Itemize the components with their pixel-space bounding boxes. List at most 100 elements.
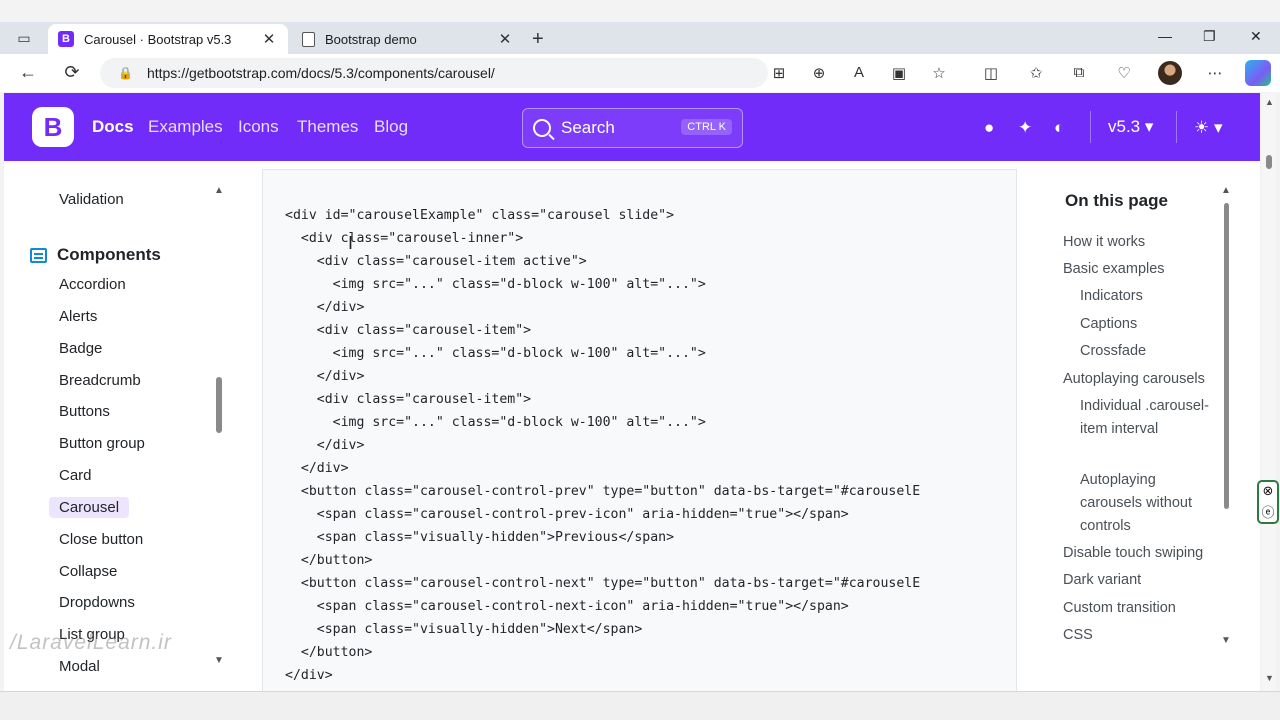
code-block[interactable]: <div id="carouselExample" class="carouse… xyxy=(262,169,1017,699)
components-icon xyxy=(30,247,47,263)
header-divider xyxy=(1176,111,1177,143)
theme-toggle[interactable]: ☀ ▾ xyxy=(1194,118,1223,138)
favorite-star-icon[interactable]: ☆ xyxy=(928,64,950,82)
nav-themes[interactable]: Themes xyxy=(297,117,358,137)
tab-close-icon[interactable]: ✕ xyxy=(496,30,514,48)
edge-icon[interactable]: ⓔ xyxy=(1261,502,1274,521)
back-icon[interactable]: ← xyxy=(16,62,40,83)
scroll-down-icon[interactable]: ▼ xyxy=(1265,673,1274,683)
nav-icons[interactable]: Icons xyxy=(238,117,279,137)
toc-link[interactable]: Autoplaying carousels without controls xyxy=(1080,469,1220,538)
nav-docs[interactable]: Docs xyxy=(92,117,134,137)
sidebar-item-collapse[interactable]: Collapse xyxy=(59,563,117,580)
table-of-contents: On this page ▲ How it works Basic exampl… xyxy=(1017,161,1260,691)
url-text: https://getbootstrap.com/docs/5.3/compon… xyxy=(146,65,495,81)
scroll-up-icon[interactable]: ▲ xyxy=(1221,185,1231,196)
version-label: v5.3 xyxy=(1108,117,1141,136)
version-dropdown[interactable]: v5.3 ▾ xyxy=(1108,117,1153,137)
sidebar-item-card[interactable]: Card xyxy=(59,467,92,484)
code-line: </div> xyxy=(285,461,349,476)
tab-strip: ▭ B Carousel · Bootstrap v5.3 ✕ Bootstra… xyxy=(0,22,1280,54)
nav-examples[interactable]: Examples xyxy=(148,117,223,137)
favorites-icon[interactable]: ✩ xyxy=(1025,64,1047,82)
code-line: <span class="carousel-control-next-icon"… xyxy=(285,599,849,614)
read-aloud-icon[interactable]: A xyxy=(848,64,870,81)
toc-link[interactable]: Individual .carousel-item interval xyxy=(1080,395,1220,441)
tab-carousel[interactable]: B Carousel · Bootstrap v5.3 ✕ xyxy=(48,24,288,54)
code-line: </div> xyxy=(285,438,365,453)
github-icon[interactable]: ● xyxy=(984,118,994,138)
scroll-up-icon[interactable]: ▲ xyxy=(214,185,224,196)
toc-link[interactable]: Basic examples xyxy=(1063,258,1165,281)
immersive-reader-icon[interactable]: ▣ xyxy=(888,64,910,82)
performance-icon[interactable]: ♡ xyxy=(1113,64,1135,82)
code-line: </button> xyxy=(285,645,373,660)
close-icon[interactable]: ⊗ xyxy=(1263,483,1274,499)
toc-link[interactable]: Autoplaying carousels xyxy=(1063,368,1205,391)
sun-icon: ☀ xyxy=(1194,118,1210,137)
collections-icon[interactable]: ⧉ xyxy=(1068,64,1090,81)
code-content: <div id="carouselExample" class="carouse… xyxy=(285,204,920,687)
sidebar-item-badge[interactable]: Badge xyxy=(59,340,102,357)
page-scrollbar[interactable]: ▲ ▼ xyxy=(1262,93,1276,691)
nav-blog[interactable]: Blog xyxy=(374,117,408,137)
more-menu-icon[interactable]: ⋯ xyxy=(1204,64,1226,82)
minimize-icon[interactable]: — xyxy=(1158,28,1172,44)
search-shortcut: CTRL K xyxy=(681,119,732,135)
code-line: <div id="carouselExample" class="carouse… xyxy=(285,208,675,223)
section-title: Components xyxy=(57,245,161,264)
side-widget[interactable]: ⊗ ⓔ xyxy=(1257,480,1279,524)
restore-icon[interactable]: ❐ xyxy=(1203,28,1216,45)
docs-search-button[interactable]: Search CTRL K xyxy=(522,108,743,148)
toc-link[interactable]: Dark variant xyxy=(1063,569,1141,592)
sidebar-item-carousel[interactable]: Carousel xyxy=(49,497,130,518)
window-close-icon[interactable]: ✕ xyxy=(1250,28,1262,45)
address-bar[interactable]: 🔒 https://getbootstrap.com/docs/5.3/comp… xyxy=(100,58,768,88)
profile-avatar[interactable] xyxy=(1158,61,1182,85)
copilot-icon[interactable] xyxy=(1245,60,1271,86)
toc-link[interactable]: Crossfade xyxy=(1080,340,1220,363)
sidebar-item-validation[interactable]: Validation xyxy=(59,191,124,208)
sidebar-item-dropdowns[interactable]: Dropdowns xyxy=(59,594,135,611)
lock-icon[interactable]: 🔒 xyxy=(118,66,133,80)
scrollbar-thumb[interactable] xyxy=(1266,155,1272,169)
sidebar-item-accordion[interactable]: Accordion xyxy=(59,276,126,293)
apps-icon[interactable]: ⊞ xyxy=(768,64,790,82)
tab-actions-icon[interactable]: ▭ xyxy=(10,28,38,48)
chevron-down-icon: ▾ xyxy=(1144,117,1154,136)
sidebar-item-alerts[interactable]: Alerts xyxy=(59,308,97,325)
header-divider xyxy=(1090,111,1091,143)
toc-scrollbar[interactable] xyxy=(1224,203,1229,509)
sidebar-item-buttons[interactable]: Buttons xyxy=(59,403,110,420)
code-line: <div class="carousel-item"> xyxy=(285,323,532,338)
toc-title: On this page xyxy=(1065,191,1168,210)
scroll-up-icon[interactable]: ▲ xyxy=(1265,97,1274,107)
sidebar-item-close-button[interactable]: Close button xyxy=(59,531,143,548)
twitter-icon[interactable]: ✦ xyxy=(1018,118,1032,138)
code-line: <img src="..." class="d-block w-100" alt… xyxy=(285,277,706,292)
code-line: </div> xyxy=(285,668,333,683)
toc-link[interactable]: Disable touch swiping xyxy=(1063,542,1203,565)
toc-link[interactable]: CSS xyxy=(1063,624,1093,647)
toc-link[interactable]: Captions xyxy=(1080,313,1220,336)
new-tab-icon[interactable]: + xyxy=(532,28,544,51)
scroll-down-icon[interactable]: ▼ xyxy=(214,655,224,666)
sidebar-section-components: Components xyxy=(30,245,161,265)
scroll-down-icon[interactable]: ▼ xyxy=(1221,635,1231,646)
toc-link[interactable]: Custom transition xyxy=(1063,597,1176,620)
sidebar-item-button-group[interactable]: Button group xyxy=(59,435,145,452)
sidebar-item-breadcrumb[interactable]: Breadcrumb xyxy=(59,372,141,389)
reload-icon[interactable]: ⟳ xyxy=(60,62,84,83)
docs-sidebar: Validation ▲ Components Accordion Alerts… xyxy=(4,161,232,691)
bootstrap-logo[interactable]: B xyxy=(32,107,74,147)
watermark-logo: /LaravelLearn.ir xyxy=(10,631,172,654)
tab-close-icon[interactable]: ✕ xyxy=(260,30,278,48)
split-screen-icon[interactable]: ◫ xyxy=(980,64,1002,82)
toc-link[interactable]: Indicators xyxy=(1080,285,1220,308)
toc-link[interactable]: How it works xyxy=(1063,231,1145,254)
sidebar-scrollbar[interactable] xyxy=(216,377,222,433)
open-collective-icon[interactable]: ◐ xyxy=(1054,118,1064,138)
zoom-icon[interactable]: ⊕ xyxy=(808,64,830,82)
tab-bootstrap-demo[interactable]: Bootstrap demo ✕ xyxy=(292,24,524,54)
sidebar-item-modal[interactable]: Modal xyxy=(59,658,100,675)
